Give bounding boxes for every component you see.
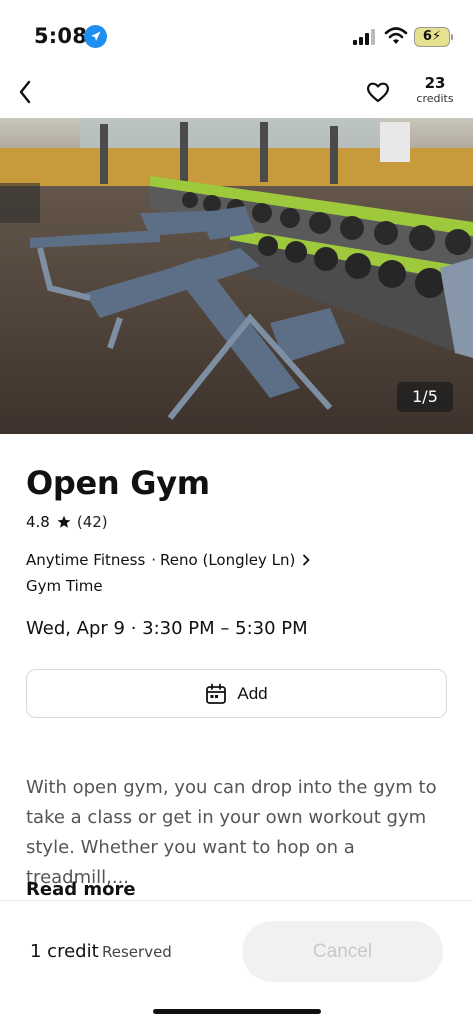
studio-location: Reno (Longley Ln) bbox=[160, 551, 296, 569]
review-count: (42) bbox=[76, 513, 108, 531]
photo-counter: 1/5 bbox=[397, 382, 453, 412]
read-more-link[interactable]: Read more bbox=[26, 879, 136, 900]
reservation-status: Reserved bbox=[102, 943, 172, 961]
class-description: With open gym, you can drop into the gym… bbox=[26, 777, 437, 888]
cellular-signal-icon bbox=[353, 29, 377, 45]
star-icon bbox=[57, 515, 71, 528]
cancel-button[interactable]: Cancel bbox=[242, 921, 443, 982]
gym-photo-gallery[interactable]: 1/5 bbox=[0, 118, 473, 434]
studio-name: Anytime Fitness bbox=[26, 551, 146, 569]
calendar-icon bbox=[206, 683, 227, 704]
credits-count: 23 bbox=[424, 74, 446, 92]
studio-link[interactable]: Anytime Fitness · Reno (Longley Ln) bbox=[26, 551, 311, 569]
chevron-left-icon bbox=[19, 80, 31, 104]
credits-label: credits bbox=[416, 92, 454, 105]
battery-icon: 6⚡ bbox=[414, 27, 453, 47]
back-button[interactable] bbox=[12, 74, 40, 106]
booking-footer: 1 credit Reserved Cancel bbox=[0, 900, 473, 1024]
add-to-calendar-button[interactable]: Add bbox=[26, 669, 447, 718]
credits-balance[interactable]: 23 credits bbox=[410, 75, 460, 106]
location-arrow-icon bbox=[84, 25, 107, 48]
rating-row[interactable]: 4.8 (42) bbox=[26, 513, 108, 531]
wifi-icon bbox=[384, 26, 408, 46]
heart-icon bbox=[366, 82, 390, 103]
status-bar: 5:08 6⚡ bbox=[0, 0, 473, 70]
separator-dot: · bbox=[151, 551, 157, 569]
credit-cost: 1 credit bbox=[30, 941, 99, 962]
chevron-right-icon bbox=[303, 554, 310, 566]
status-time: 5:08 bbox=[34, 24, 88, 48]
home-indicator[interactable] bbox=[153, 1009, 321, 1014]
class-title: Open Gym bbox=[26, 464, 210, 502]
class-category: Gym Time bbox=[26, 577, 103, 595]
add-button-label: Add bbox=[237, 683, 268, 703]
battery-level: 6⚡ bbox=[422, 29, 442, 44]
favorite-button[interactable] bbox=[364, 78, 392, 106]
class-datetime: Wed, Apr 9 · 3:30 PM – 5:30 PM bbox=[26, 618, 308, 639]
nav-header: 23 credits bbox=[0, 70, 473, 118]
rating-value: 4.8 bbox=[26, 513, 50, 531]
